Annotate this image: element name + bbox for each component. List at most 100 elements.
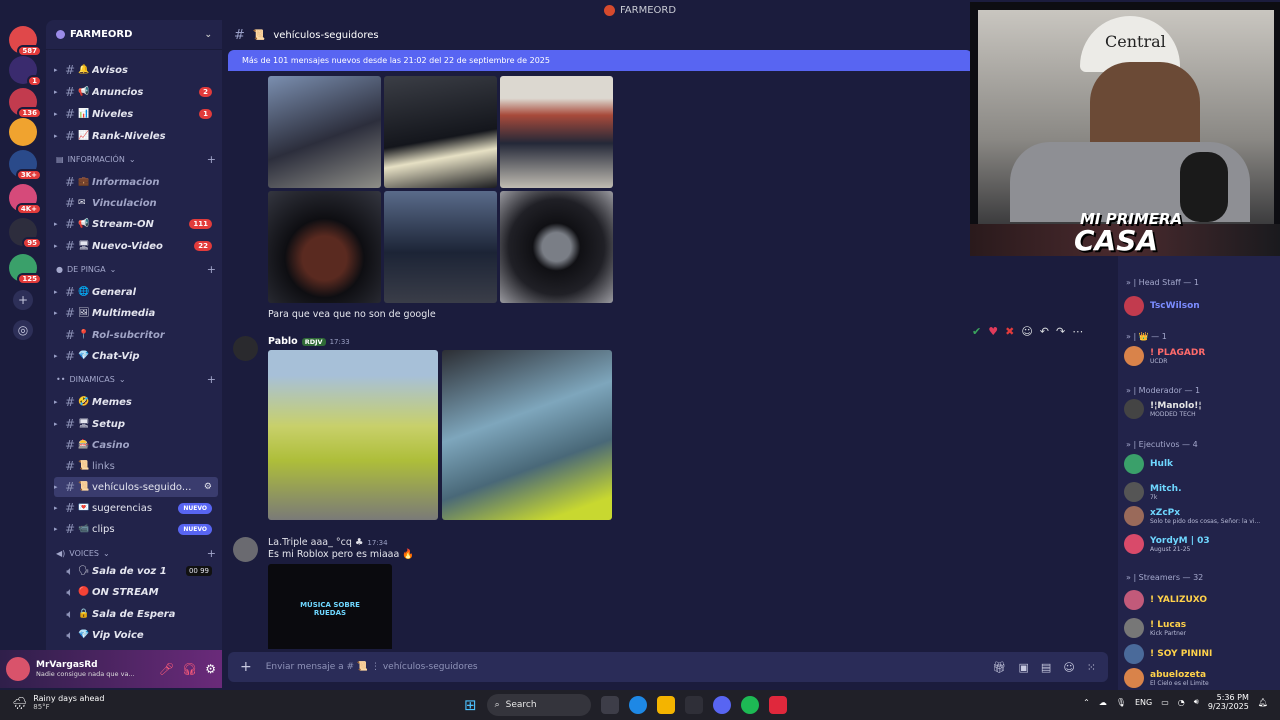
discord-icon[interactable] [712, 696, 731, 714]
language-indicator[interactable]: ENG [1135, 698, 1152, 707]
channel-item[interactable]: ▸ # 🤣 Memes [54, 392, 218, 412]
attachment-image[interactable] [500, 191, 613, 303]
display-icon[interactable]: ▭ [1161, 698, 1169, 707]
server-icon[interactable]: 1 [9, 56, 42, 87]
notification-icon[interactable]: 🔔︎ [1258, 698, 1268, 707]
channel-item[interactable]: ▸ # 🖼 Multimedia [54, 303, 218, 323]
channel-item[interactable]: ▸ # 📢 Stream-ON 111 [54, 214, 218, 234]
clock[interactable]: 5:36 PM 9/23/2025 [1208, 693, 1249, 711]
member-item[interactable]: Mitch. 7k [1124, 482, 1278, 502]
video-thumbnail[interactable]: MÚSICA SOBRE RUEDAS [268, 564, 392, 649]
add-attachment-icon[interactable]: + [240, 659, 252, 675]
server-icon[interactable]: 125 [9, 254, 42, 285]
deafen-icon[interactable]: 🎧︎ [182, 662, 197, 676]
spotify-icon[interactable] [740, 696, 759, 714]
gif-icon[interactable]: ▣ [1019, 661, 1029, 674]
cloud-icon[interactable]: ☁ [1099, 698, 1107, 707]
message-composer[interactable]: + Enviar mensaje a # 📜 ⋮ vehículos-segui… [228, 652, 1108, 682]
member-item[interactable]: ! SOY PININI [1124, 644, 1278, 664]
channel-item[interactable]: ▸ # 📈 Rank-Niveles [54, 126, 218, 146]
member-item[interactable]: abuelozeta El Cielo es el Limite [1124, 668, 1278, 688]
avatar[interactable] [6, 657, 30, 681]
category-voices[interactable]: ◀) VOICES ⌄ + [56, 546, 216, 560]
obs-icon[interactable] [684, 696, 703, 714]
channel-item[interactable]: ▸ # 🔔 Avisos [54, 60, 218, 80]
voice-channel[interactable]: 🔈︎ 🔒 Sala de Espera [54, 604, 218, 624]
attachment-image[interactable] [500, 76, 613, 188]
more-icon[interactable]: ⋯ [1072, 325, 1083, 338]
discover-icon[interactable]: ◎ [13, 320, 33, 340]
settings-icon[interactable]: ⚙ [204, 482, 212, 492]
wifi-icon[interactable]: ◔ [1178, 698, 1185, 707]
channel-item[interactable]: ▸ # 📢 Anuncios 2 [54, 82, 218, 102]
server-icon[interactable]: 3K+ [9, 150, 42, 181]
channel-item[interactable]: ▸ # 📹 clips NUEVO [54, 519, 218, 539]
attachment-image[interactable] [268, 191, 381, 303]
forward-icon[interactable]: ↷ [1056, 325, 1065, 338]
gift-icon[interactable]: 🎁︎ [993, 661, 1007, 674]
member-item[interactable]: TscWilson [1124, 296, 1278, 316]
x-reaction-icon[interactable]: ✖ [1005, 325, 1014, 338]
attachment-image[interactable] [384, 76, 497, 188]
add-channel-icon[interactable]: + [207, 547, 216, 560]
category-de-pinga[interactable]: ● DE PINGA ⌄ + [56, 262, 216, 276]
voice-channel[interactable]: 🔈︎ 💎 Vip Voice [54, 625, 218, 645]
server-icon[interactable]: 4K+ [9, 184, 42, 215]
channel-item[interactable]: # 💼 Informacion [54, 172, 218, 192]
guild-header[interactable]: FARMEORD ⌄ [46, 20, 222, 50]
edge-icon[interactable] [628, 696, 647, 714]
server-icon[interactable] [9, 118, 37, 146]
member-item[interactable]: ! PLAGADR UCDR [1124, 346, 1278, 366]
heart-reaction-icon[interactable]: ♥ [988, 325, 998, 338]
avatar[interactable] [233, 537, 258, 562]
voice-channel[interactable]: 🔈︎ 🗣 Sala de voz 1 00 99 [54, 561, 218, 581]
server-icon[interactable]: 95 [9, 218, 42, 249]
app-icon[interactable] [768, 696, 787, 714]
channel-item[interactable]: # 🎰 Casino [54, 435, 218, 455]
member-item[interactable]: Hulk [1124, 454, 1278, 474]
channel-item[interactable]: ▸ # 💎 Chat-Vip [54, 346, 218, 366]
category-dinamicas[interactable]: •• DINAMICAS ⌄ + [56, 372, 216, 386]
attachment-image[interactable] [268, 350, 438, 520]
volume-icon[interactable]: 🔊︎ [1194, 697, 1199, 707]
attachment-image[interactable] [268, 76, 381, 188]
message-input[interactable]: Enviar mensaje a # 📜 ⋮ vehículos-seguido… [266, 662, 478, 672]
category-informacion[interactable]: ▤ INFORMACIÓN ⌄ + [56, 152, 216, 166]
server-icon-home[interactable]: 587 [9, 26, 42, 57]
avatar[interactable] [233, 336, 258, 361]
new-messages-banner[interactable]: Más de 101 mensajes nuevos desde las 21:… [228, 50, 972, 71]
add-channel-icon[interactable]: + [207, 373, 216, 386]
voice-channel[interactable]: 🔈︎ 🔴 ON STREAM [54, 582, 218, 602]
emoji-icon[interactable]: ☺ [1063, 661, 1074, 674]
server-icon[interactable]: 136 [9, 88, 42, 119]
member-item[interactable]: ! Lucas Kick Partner [1124, 618, 1278, 638]
channel-item[interactable]: ▸ # 📊 Niveles 1 [54, 104, 218, 124]
start-icon[interactable]: ⊞ [464, 696, 477, 714]
add-reaction-icon[interactable]: ☺ [1021, 325, 1032, 338]
member-item[interactable]: !¦Manolo!¦ MODDED TECH [1124, 399, 1278, 419]
settings-icon[interactable]: ⚙ [205, 662, 216, 676]
task-view-icon[interactable] [600, 696, 619, 714]
attachment-image[interactable] [384, 191, 497, 303]
channel-item[interactable]: # 📍 Rol-subcritor [54, 325, 218, 345]
apps-icon[interactable]: ⁙ [1087, 661, 1096, 674]
member-item[interactable]: YordyM | 03 August 21-25 [1124, 534, 1278, 554]
author-name[interactable]: La.Triple aaa_ °cq ♣ [268, 537, 363, 548]
chevron-up-icon[interactable]: ⌃ [1083, 698, 1090, 707]
file-explorer-icon[interactable] [656, 696, 675, 714]
member-item[interactable]: xZcPx Solo te pido dos cosas, Señor: la v… [1124, 506, 1278, 526]
weather-widget[interactable]: 🌧︎ Rainy days ahead 85°F [12, 694, 104, 711]
reply-icon[interactable]: ↶ [1040, 325, 1049, 338]
channel-item[interactable]: ▸ # 🖥 Setup [54, 414, 218, 434]
add-channel-icon[interactable]: + [207, 153, 216, 166]
channel-item[interactable]: ▸ # 💌 sugerencias NUEVO [54, 498, 218, 518]
member-item[interactable]: ! YALIZUXO [1124, 590, 1278, 610]
mic-icon[interactable]: 🎙︎ [1116, 698, 1126, 707]
channel-item[interactable]: ▸ # 🖥 Nuevo-Video 22 [54, 236, 218, 256]
channel-item[interactable]: ▸ # 📜 vehículos-seguido... ⚙ [54, 477, 218, 497]
add-channel-icon[interactable]: + [207, 263, 216, 276]
search-box[interactable]: ⌕ Search [486, 694, 591, 716]
channel-item[interactable]: # ✉ Vinculacion [54, 193, 218, 213]
sticker-icon[interactable]: ▤ [1041, 661, 1051, 674]
add-server-icon[interactable]: + [13, 290, 33, 310]
